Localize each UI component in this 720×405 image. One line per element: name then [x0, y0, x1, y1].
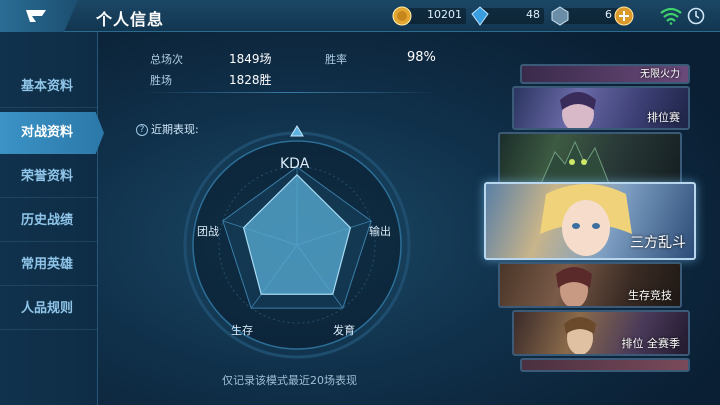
- sidebar-item-history[interactable]: 历史战绩: [0, 200, 98, 242]
- sidebar-item-honor-info[interactable]: 荣誉资料: [0, 156, 98, 198]
- radar-axis-farming: 发育: [333, 324, 355, 337]
- voucher-icon: [551, 6, 569, 26]
- radar-axis-damage: 输出: [369, 225, 391, 238]
- radar-top-marker-icon: [290, 125, 304, 137]
- sidebar-item-label: 荣誉资料: [21, 169, 74, 184]
- mode-card-partial[interactable]: [520, 358, 690, 372]
- back-arrow-icon: [26, 10, 46, 22]
- monster-art-icon: [541, 140, 609, 182]
- stats-divider: [140, 92, 440, 93]
- record-note: 仅记录该模式最近20场表现: [222, 374, 357, 387]
- win-rate-value: 98%: [407, 50, 436, 65]
- wins-label: 胜场: [150, 74, 172, 87]
- add-currency-icon[interactable]: [614, 6, 634, 26]
- sidebar-item-common-heroes[interactable]: 常用英雄: [0, 244, 98, 286]
- wins-value: 1828胜: [229, 73, 272, 87]
- radar-axis-kda: KDA: [280, 156, 310, 172]
- mode-card-monster[interactable]: [498, 132, 682, 184]
- sidebar-item-label: 常用英雄: [21, 257, 74, 272]
- mode-card-infinite-fire[interactable]: 无限火力: [520, 64, 690, 84]
- mode-label: 排位 全赛季: [621, 337, 681, 350]
- back-button[interactable]: [0, 0, 78, 32]
- radar-chart: KDA 输出 发育 生存 团战: [165, 120, 430, 370]
- mode-label: 生存竞技: [628, 289, 672, 302]
- hero-portrait-icon: [564, 317, 596, 354]
- header-bar: 个人信息 10201 48 6: [0, 0, 720, 32]
- gold-amount: 10201: [427, 8, 462, 21]
- clock-icon: [687, 7, 705, 25]
- mode-label: 无限火力: [640, 69, 680, 80]
- gold-coin-icon: [392, 6, 412, 26]
- gem-amount: 48: [526, 8, 540, 21]
- hero-portrait-icon: [560, 92, 596, 128]
- hero-portrait-icon: [556, 267, 592, 306]
- total-matches-label: 总场次: [150, 53, 183, 66]
- sidebar-item-label: 人品规则: [21, 301, 74, 316]
- hero-portrait-icon: [540, 184, 632, 256]
- mode-label: 排位赛: [647, 111, 680, 124]
- voucher-amount: 6: [605, 8, 612, 21]
- diamond-icon: [471, 6, 489, 26]
- sidebar-item-label: 基本资料: [21, 79, 74, 94]
- mode-card-ranked[interactable]: 排位赛: [512, 86, 690, 130]
- sidebar-item-basic-info[interactable]: 基本资料: [0, 66, 98, 108]
- screen: 个人信息 10201 48 6 基本资料 对战资料 荣誉资料 历史战绩 常用英雄…: [0, 0, 720, 405]
- page-title: 个人信息: [96, 10, 165, 29]
- sidebar-item-battle-info[interactable]: 对战资料: [0, 112, 104, 154]
- sidebar: 基本资料 对战资料 荣誉资料 历史战绩 常用英雄 人品规则: [0, 32, 104, 405]
- sidebar-item-label: 对战资料: [21, 125, 74, 140]
- radar-axis-survival: 生存: [231, 324, 253, 337]
- sidebar-item-label: 历史战绩: [21, 213, 74, 228]
- help-icon[interactable]: ?: [136, 124, 148, 136]
- radar-axis-teamfight: 团战: [197, 225, 219, 238]
- mode-label: 三方乱斗: [630, 235, 686, 251]
- mode-card-ranked-season[interactable]: 排位 全赛季: [512, 310, 690, 356]
- mode-card-survival[interactable]: 生存竞技: [498, 262, 682, 308]
- total-matches-value: 1849场: [229, 52, 272, 66]
- wifi-icon: [660, 7, 682, 25]
- mode-card-three-way-brawl[interactable]: 三方乱斗: [484, 182, 696, 260]
- win-rate-label: 胜率: [325, 53, 347, 66]
- sidebar-item-credit-rules[interactable]: 人品规则: [0, 288, 98, 330]
